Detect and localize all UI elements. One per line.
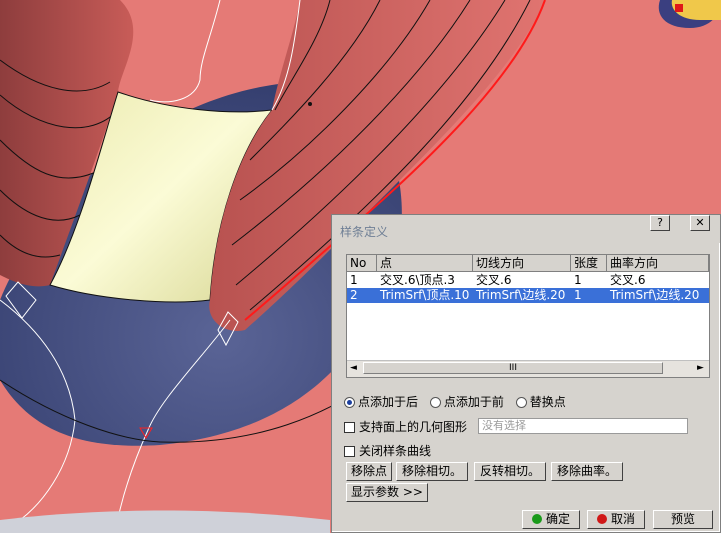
ok-button[interactable]: 确定 <box>522 510 580 529</box>
table-row-selected[interactable]: 2 TrimSrf\顶点.10 TrimSrf\边线.20 1 TrimSrf\… <box>347 288 709 303</box>
horizontal-scrollbar[interactable]: ◄ III ► <box>347 360 709 377</box>
cancel-button[interactable]: 取消 <box>587 510 645 529</box>
scroll-left-icon[interactable]: ◄ <box>350 363 357 373</box>
close-button[interactable]: ✕ <box>690 215 710 231</box>
cell-tension: 1 <box>574 288 582 302</box>
cell-curvature: TrimSrf\边线.20 <box>610 288 700 302</box>
cancel-label: 取消 <box>610 512 635 526</box>
radio-add-before[interactable]: 点添加于前 <box>429 393 504 410</box>
ok-icon <box>531 514 542 524</box>
show-parameters-button[interactable]: 显示参数 >> <box>346 483 428 502</box>
checkbox-icon <box>344 446 355 457</box>
spline-definition-dialog: 样条定义 ? ✕ No 点 切线方向 张度 曲率方向 1 交叉.6\顶点.3 交… <box>331 214 721 533</box>
remove-point-button[interactable]: 移除点 <box>346 462 392 481</box>
radio-unchecked-icon <box>429 397 441 408</box>
cell-no: 1 <box>350 273 358 287</box>
scroll-right-icon[interactable]: ► <box>697 363 704 373</box>
remove-tangent-button[interactable]: 移除相切。 <box>396 462 468 481</box>
preview-button[interactable]: 预览 <box>653 510 713 529</box>
radio-unchecked-icon <box>515 397 527 408</box>
cell-point: TrimSrf\顶点.10 <box>380 288 470 302</box>
cell-point: 交叉.6\顶点.3 <box>380 273 455 287</box>
radio-label: 替换点 <box>529 395 566 409</box>
col-header-curvature[interactable]: 曲率方向 <box>607 255 709 272</box>
ok-label: 确定 <box>545 512 570 526</box>
add-mode-radio-group: 点添加于后 点添加于前 替换点 <box>344 393 574 410</box>
radio-replace-point[interactable]: 替换点 <box>515 393 566 410</box>
vertex-dot <box>308 102 312 106</box>
checkbox-label: 关闭样条曲线 <box>359 444 432 458</box>
support-selection-field[interactable]: 没有选择 <box>478 418 688 434</box>
col-header-tangent[interactable]: 切线方向 <box>473 255 571 272</box>
checkbox-label: 支持面上的几何图形 <box>359 420 468 434</box>
cell-no: 2 <box>350 288 358 302</box>
cancel-icon <box>596 514 607 524</box>
col-header-no[interactable]: No <box>347 255 377 272</box>
radio-checked-icon <box>344 397 355 408</box>
radio-label: 点添加于前 <box>443 395 504 409</box>
radio-add-after[interactable]: 点添加于后 <box>344 393 418 410</box>
cell-tangent: TrimSrf\边线.20 <box>476 288 566 302</box>
col-header-tension[interactable]: 张度 <box>571 255 607 272</box>
radio-label: 点添加于后 <box>358 395 419 409</box>
help-button[interactable]: ? <box>650 215 670 231</box>
scroll-thumb[interactable]: III <box>363 362 663 374</box>
remove-curvature-button[interactable]: 移除曲率。 <box>551 462 623 481</box>
checkbox-icon <box>344 422 355 433</box>
reverse-tangent-button[interactable]: 反转相切。 <box>474 462 546 481</box>
dialog-titlebar: 样条定义 ? ✕ <box>332 215 720 243</box>
dialog-title: 样条定义 <box>340 225 389 239</box>
cell-curvature: 交叉.6 <box>610 273 646 287</box>
cell-tension: 1 <box>574 273 582 287</box>
cell-tangent: 交叉.6 <box>476 273 512 287</box>
close-spline-checkbox[interactable]: 关闭样条曲线 <box>344 442 431 459</box>
col-header-point[interactable]: 点 <box>377 255 473 272</box>
points-table[interactable]: No 点 切线方向 张度 曲率方向 1 交叉.6\顶点.3 交叉.6 1 交叉.… <box>346 254 710 378</box>
table-row[interactable]: 1 交叉.6\顶点.3 交叉.6 1 交叉.6 <box>347 273 709 288</box>
support-geometry-checkbox[interactable]: 支持面上的几何图形 <box>344 418 467 435</box>
